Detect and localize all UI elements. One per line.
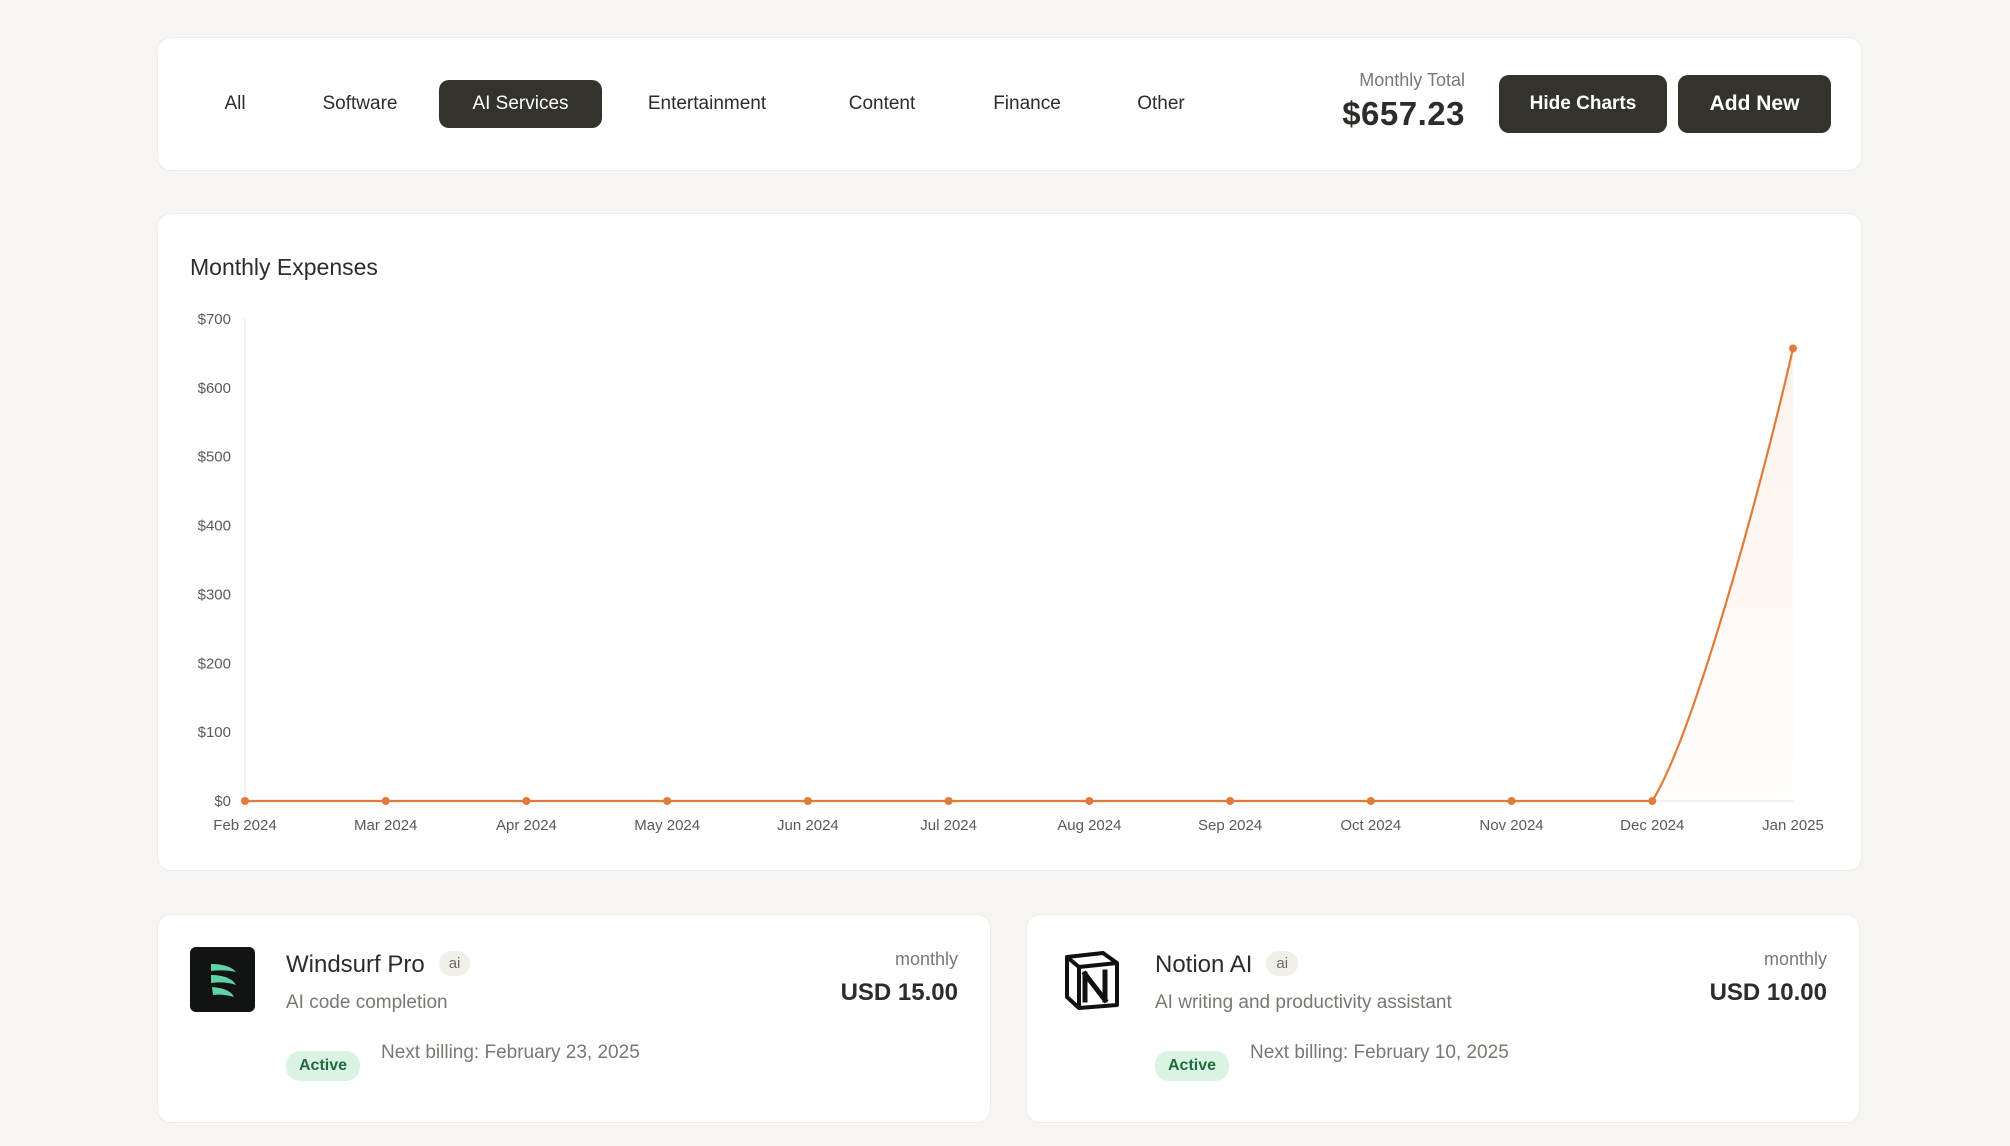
y-tick-label: $0 <box>214 793 231 810</box>
y-tick-label: $500 <box>198 449 231 466</box>
tab-ai-services[interactable]: AI Services <box>439 80 602 128</box>
data-point <box>1648 797 1657 805</box>
monthly-total: Monthly Total $657.23 <box>1342 70 1465 133</box>
subscription-name: Windsurf Pro ai <box>286 951 471 979</box>
category-tag: ai <box>1266 951 1299 977</box>
subscription-price: USD 10.00 <box>1709 979 1827 1006</box>
x-tick-label: Jan 2025 <box>1762 817 1824 834</box>
subscription-description: AI code completion <box>286 992 448 1013</box>
monthly-total-label: Monthly Total <box>1359 70 1465 90</box>
data-point <box>241 797 249 805</box>
next-billing-date: Next billing: February 10, 2025 <box>1250 1042 1509 1063</box>
y-tick-label: $300 <box>198 586 231 603</box>
x-tick-label: Dec 2024 <box>1620 817 1684 834</box>
y-tick-label: $700 <box>198 311 231 328</box>
x-tick-label: Oct 2024 <box>1340 817 1401 834</box>
monthly-total-value: $657.23 <box>1342 95 1465 132</box>
y-tick-label: $200 <box>198 655 231 672</box>
billing-period: monthly <box>1763 949 1827 969</box>
x-tick-label: Mar 2024 <box>354 817 417 834</box>
tab-software[interactable]: Software <box>284 80 436 128</box>
subscription-description: AI writing and productivity assistant <box>1155 992 1452 1013</box>
data-point <box>1366 797 1375 805</box>
x-tick-label: Feb 2024 <box>213 817 276 834</box>
data-point <box>1507 797 1516 805</box>
data-point <box>944 797 953 805</box>
status-badge: Active <box>1155 1051 1230 1081</box>
data-point <box>522 797 531 805</box>
hide-charts-button[interactable]: Hide Charts <box>1499 75 1667 133</box>
subscription-card[interactable]: Notion AI ai AI writing and productivity … <box>1026 914 1860 1123</box>
subscription-title: Notion AI <box>1155 951 1253 978</box>
next-billing-date: Next billing: February 23, 2025 <box>381 1042 640 1063</box>
add-new-button[interactable]: Add New <box>1678 75 1831 133</box>
data-point <box>663 797 672 805</box>
filter-bar: All Software AI Services Entertainment C… <box>157 37 1862 171</box>
x-tick-label: May 2024 <box>634 817 700 834</box>
tab-all[interactable]: All <box>186 80 284 128</box>
windsurf-logo-icon <box>190 947 255 1012</box>
subscription-name: Notion AI ai <box>1155 951 1299 979</box>
notion-logo-icon <box>1059 947 1124 1012</box>
tab-other[interactable]: Other <box>1102 80 1220 128</box>
x-tick-label: Aug 2024 <box>1057 817 1121 834</box>
tab-entertainment[interactable]: Entertainment <box>602 80 812 128</box>
data-point <box>1085 797 1094 805</box>
subscription-price: USD 15.00 <box>840 979 958 1006</box>
x-tick-label: Jun 2024 <box>777 817 839 834</box>
series-line <box>245 348 1795 803</box>
x-tick-label: Nov 2024 <box>1479 817 1543 834</box>
expenses-chart-card: Monthly Expenses $0 $100 $200 $300 $400 $500 $… <box>157 213 1862 871</box>
x-tick-label: Jul 2024 <box>920 817 977 834</box>
y-tick-label: $600 <box>198 380 231 397</box>
tab-finance[interactable]: Finance <box>952 80 1102 128</box>
x-tick-label: Sep 2024 <box>1198 817 1262 834</box>
tab-content[interactable]: Content <box>812 80 952 128</box>
x-tick-label: Apr 2024 <box>496 817 557 834</box>
data-point <box>1226 797 1235 805</box>
y-tick-label: $400 <box>198 518 231 535</box>
y-tick-label: $100 <box>198 724 231 741</box>
status-badge: Active <box>286 1051 361 1081</box>
subscription-card[interactable]: Windsurf Pro ai AI code completion Active… <box>157 914 991 1123</box>
data-point <box>803 797 812 805</box>
billing-period: monthly <box>894 949 958 969</box>
expenses-chart: $0 $100 $200 $300 $400 $500 $600 $700 Feb 2024 Ma… <box>198 311 1824 834</box>
category-tag: ai <box>438 951 471 977</box>
series-area <box>245 348 1793 801</box>
data-point <box>381 797 390 805</box>
data-point <box>1789 344 1797 353</box>
category-tabs: All Software AI Services Entertainment C… <box>186 80 1220 128</box>
subscription-title: Windsurf Pro <box>286 951 425 978</box>
